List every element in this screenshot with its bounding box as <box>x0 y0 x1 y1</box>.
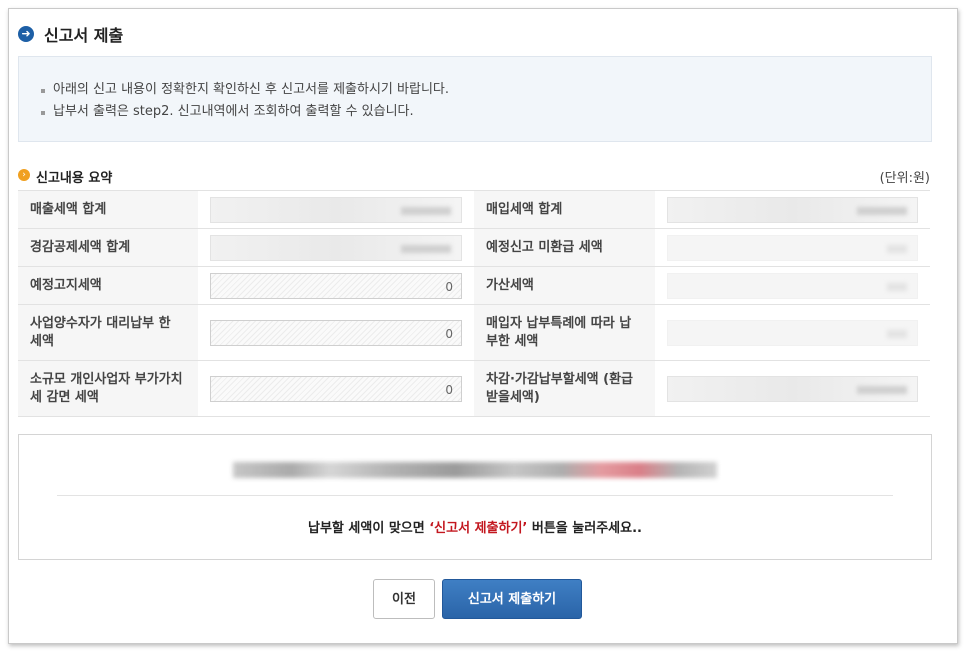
confirm-box: 납부할 세액이 맞으면 ‘신고서 제출하기’ 버튼을 눌러주세요.. <box>18 434 932 560</box>
summary-header: › 신고내용 요약 (단위:원) <box>18 166 930 186</box>
row-label: 매출세액 합계 <box>18 190 199 229</box>
row-label: 사업양수자가 대리납부 한 세액 <box>18 304 199 361</box>
page-title: 신고서 제출 <box>44 26 124 45</box>
submit-button[interactable]: 신고서 제출하기 <box>442 579 582 619</box>
table-row: 예정고지세액 0 가산세액 <box>18 266 930 305</box>
row-label: 예정신고 미환급 세액 <box>474 228 655 267</box>
row-label: 경감공제세액 합계 <box>18 228 199 267</box>
arrow-right-icon: ➜ <box>18 26 34 42</box>
amount-field <box>666 319 918 346</box>
row-label: 매입세액 합계 <box>474 190 655 229</box>
row-label: 소규모 개인사업자 부가가치세 감면 세액 <box>18 360 199 417</box>
row-label: 가산세액 <box>474 266 655 305</box>
table-row: 매출세액 합계 매입세액 합계 <box>18 190 930 229</box>
notice-box: 아래의 신고 내용이 정확한지 확인하신 후 신고서를 제출하시기 바랍니다. … <box>18 56 932 142</box>
redacted-text <box>233 462 717 478</box>
table-row: 사업양수자가 대리납부 한 세액 0 매입자 납부특례에 따라 납부한 세액 <box>18 304 930 361</box>
amount-field: 0 <box>210 272 463 299</box>
unit-label: (단위:원) <box>879 171 930 186</box>
table-row: 경감공제세액 합계 예정신고 미환급 세액 <box>18 228 930 267</box>
amount-field <box>666 272 918 299</box>
row-label: 차감·가감납부할세액 (환급받을세액) <box>474 360 655 417</box>
amount-field <box>210 234 463 261</box>
notice-line: 납부서 출력은 step2. 신고내역에서 조회하여 출력할 수 있습니다. <box>41 101 931 123</box>
prev-button[interactable]: 이전 <box>373 579 435 619</box>
row-label: 매입자 납부특례에 따라 납부한 세액 <box>474 304 655 361</box>
confirm-text: 버튼을 눌러주세요.. <box>527 521 642 536</box>
amount-field: 0 <box>210 319 463 346</box>
row-label: 예정고지세액 <box>18 266 199 305</box>
confirm-text: 납부할 세액이 맞으면 <box>308 521 430 536</box>
header: ➜ 신고서 제출 <box>18 22 123 46</box>
amount-field <box>210 196 463 223</box>
amount-field <box>666 234 918 261</box>
chevron-right-icon: › <box>18 169 30 181</box>
amount-field <box>666 196 918 223</box>
divider <box>57 495 893 496</box>
amount-field: 0 <box>210 375 463 402</box>
confirm-message: 납부할 세액이 맞으면 ‘신고서 제출하기’ 버튼을 눌러주세요.. <box>19 517 931 536</box>
confirm-highlight: ‘신고서 제출하기’ <box>429 521 528 536</box>
amount-field <box>666 375 918 402</box>
summary-table: 매출세액 합계 매입세액 합계 경감공제세액 합계 예정신고 미환급 세액 예정… <box>18 190 930 417</box>
table-row: 소규모 개인사업자 부가가치세 감면 세액 0 차감·가감납부할세액 (환급받을… <box>18 360 930 417</box>
section-title: 신고내용 요약 <box>36 171 113 186</box>
notice-line: 아래의 신고 내용이 정확한지 확인하신 후 신고서를 제출하시기 바랍니다. <box>41 79 931 101</box>
